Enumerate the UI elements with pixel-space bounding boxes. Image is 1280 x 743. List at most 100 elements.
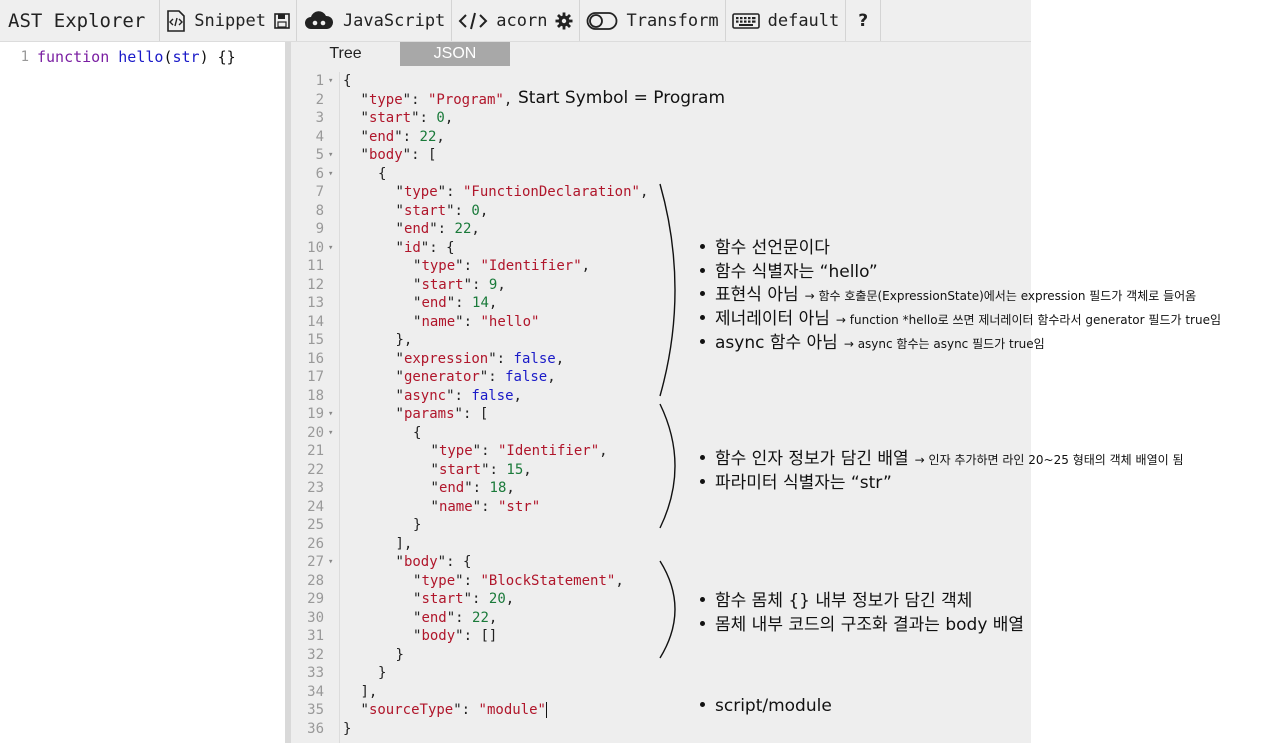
cloud-icon [303,10,335,31]
fold-arrow-icon[interactable]: ▾ [328,239,333,258]
annotation-item: 제너레이터 아님 → function *hello로 쓰면 제너레이터 함수라서… [700,304,1221,329]
json-bracket: { [378,165,387,182]
json-colon: ": [446,202,472,219]
fold-arrow-icon[interactable]: ▾ [328,72,333,91]
gear-icon[interactable] [555,12,573,30]
annotation-item: 함수 몸체 {} 내부 정보가 담긴 객체 [700,586,972,611]
json-quote: " [395,369,404,385]
fold-arrow-icon[interactable]: ▾ [328,165,333,184]
tab-json[interactable]: JSON [400,42,510,66]
annotation-note: → async 함수는 async 필드가 true임 [843,336,1045,351]
line-number: 7 [315,184,324,200]
json-quote: " [480,258,489,274]
json-line: ], [361,683,378,702]
json-line: "params": [ [396,405,489,424]
json-colon: ": [455,572,481,589]
bullet-icon [700,597,705,602]
json-line: "type": "Program", [361,91,513,110]
json-colon: ": [479,369,506,385]
json-line: "type": "Identifier", [413,257,590,276]
tab-tree[interactable]: Tree [291,42,400,66]
json-number-value: 18 [489,480,507,496]
json-bracket: }, [395,332,413,348]
json-string-value: hello [488,313,532,330]
json-number-value: 0 [471,202,480,219]
json-number-value: 22 [419,128,437,145]
fold-arrow-icon[interactable]: ▾ [328,146,333,165]
line-number: 30 [307,609,324,626]
json-key: expression [403,350,489,367]
fold-arrow-icon[interactable]: ▾ [328,553,333,572]
language-select[interactable]: JavaScript [297,0,453,41]
line-number: 1 [315,73,324,89]
json-colon: ": [411,110,437,126]
annotation-item: 함수 식별자는 “hello” [700,257,878,282]
json-colon: ": [446,609,473,626]
json-quote: " [495,91,504,108]
fold-arrow-icon[interactable]: ▾ [328,424,333,443]
line-number: 22 [307,461,324,478]
json-line: "type": "BlockStatement", [413,572,624,591]
parser-label: acorn [496,10,548,31]
parser-select[interactable]: acorn [452,0,581,41]
json-line: "start": 15, [431,461,532,480]
code-param: str [172,48,200,66]
line-number: 20 [307,424,324,441]
json-line: "body": [ [361,146,437,165]
snippet-menu[interactable]: Snippet [160,0,297,41]
json-trailing: , [523,461,532,478]
save-icon[interactable] [274,12,290,29]
keymap-select[interactable]: default [726,0,847,41]
json-colon: ": [463,591,489,607]
json-colon: ": [437,554,463,570]
json-bracket: ], [360,683,378,700]
fold-arrow-icon[interactable]: ▾ [328,405,333,424]
annotation-item: 함수 인자 정보가 담긴 배열 → 인자 추가하면 라인 20~25 형태의 객체… [700,444,1184,469]
json-boolean-value: false [471,387,514,404]
json-bracket: [ [427,147,437,163]
line-number: 6 [315,165,324,182]
json-line: } [396,646,404,665]
json-line: "expression": false, [396,350,565,369]
line-number: 5 [315,147,324,163]
json-line: "body": [] [413,627,497,646]
snippet-label: Snippet [194,10,266,31]
annotation-main: 몸체 내부 코드의 구조화 결과는 body 배열 [715,615,1025,635]
json-line: "sourceType": "module" [361,701,547,720]
editor-line-number: 1 [20,49,29,65]
json-string-value: BlockStatement [488,572,607,589]
json-gutter: 1 ▾ 2 3 4 5 ▾ 6 ▾ 7 8 9 10 ▾ 11 12 13 14 15 16 17 18 19 ▾ 20 ▾ 21 2… [291,72,340,743]
json-trailing: , [479,202,489,219]
json-line: "start": 20, [413,590,514,609]
help-button[interactable]: ? [846,0,882,41]
json-colon: ": [472,498,498,515]
json-bracket: } [378,665,387,681]
transform-toggle[interactable]: Transform [580,0,726,41]
json-string-value: Identifier [506,443,591,459]
editor-line[interactable]: 1 function hello(str) {} [0,47,236,67]
json-line: "async": false, [396,387,522,406]
json-bracket: [ [479,406,489,422]
bullet-icon [700,621,705,626]
json-boolean-value: false [505,369,548,385]
annotation-note: → function *hello로 쓰면 제너레이터 함수라서 generat… [835,313,1222,328]
json-quote: " [537,702,546,718]
json-trailing: , [513,387,522,404]
line-number: 35 [307,702,324,718]
json-trailing: , [555,350,565,367]
line-number: 31 [307,628,324,644]
toggle-off-icon [586,11,618,31]
annotation-item: 파라미터 식별자는 “str” [700,468,892,493]
json-colon: ": [488,350,514,367]
line-number: 28 [307,572,324,589]
json-line: "start": 0, [361,109,454,128]
json-colon: ": [402,147,428,163]
keyboard-icon [731,12,760,30]
json-line: "body": { [396,553,472,572]
code-editor[interactable]: 1 function hello(str) {} [0,42,285,743]
json-string-value: Identifier [488,258,574,274]
json-quote: " [395,184,404,200]
json-quote: " [360,147,369,163]
annotation-main: 파라미터 식별자는 “str” [715,473,892,493]
line-number: 34 [307,683,324,700]
